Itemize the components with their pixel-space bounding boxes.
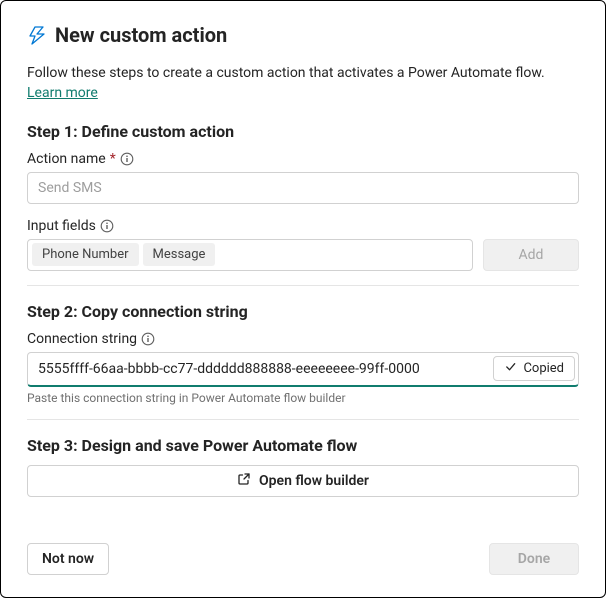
step-3-title: Step 3: Design and save Power Automate f…	[27, 436, 579, 455]
add-button: Add	[483, 239, 579, 271]
open-flow-builder-label: Open flow builder	[259, 473, 369, 489]
dialog-footer: Not now Done	[27, 543, 579, 575]
copied-label: Copied	[523, 361, 564, 376]
divider	[27, 285, 579, 286]
copied-button[interactable]: Copied	[493, 356, 575, 381]
action-name-input[interactable]	[27, 172, 579, 204]
action-name-label-text: Action name	[27, 151, 106, 167]
dialog-title: New custom action	[55, 23, 227, 47]
lightning-icon	[27, 25, 47, 45]
intro-body: Follow these steps to create a custom ac…	[27, 65, 545, 81]
done-button: Done	[489, 543, 579, 575]
new-custom-action-dialog: New custom action Follow these steps to …	[0, 0, 606, 598]
info-icon[interactable]	[141, 332, 155, 346]
connection-string-value[interactable]: 5555ffff-66aa-bbbb-cc77-dddddd888888-eee…	[28, 355, 493, 383]
intro-text: Follow these steps to create a custom ac…	[27, 63, 579, 104]
dialog-header: New custom action	[27, 23, 579, 47]
step-1-title: Step 1: Define custom action	[27, 122, 579, 141]
open-flow-builder-button[interactable]: Open flow builder	[27, 465, 579, 497]
required-asterisk: *	[110, 151, 116, 167]
input-fields-label: Input fields	[27, 218, 579, 234]
action-name-label: Action name *	[27, 151, 579, 167]
input-fields-label-text: Input fields	[27, 218, 96, 234]
not-now-button[interactable]: Not now	[27, 543, 109, 575]
connection-string-helper: Paste this connection string in Power Au…	[27, 391, 579, 405]
connection-string-label-text: Connection string	[27, 331, 137, 347]
info-icon[interactable]	[120, 152, 134, 166]
open-external-icon	[237, 472, 251, 490]
chip-phone-number[interactable]: Phone Number	[32, 243, 139, 266]
chip-message[interactable]: Message	[143, 243, 216, 266]
divider	[27, 419, 579, 420]
input-fields-input[interactable]: Phone Number Message	[27, 239, 473, 271]
check-icon	[504, 360, 517, 377]
learn-more-link[interactable]: Learn more	[27, 85, 98, 101]
connection-string-label: Connection string	[27, 331, 579, 347]
connection-string-field[interactable]: 5555ffff-66aa-bbbb-cc77-dddddd888888-eee…	[27, 352, 579, 387]
info-icon[interactable]	[100, 219, 114, 233]
step-2-title: Step 2: Copy connection string	[27, 302, 579, 321]
